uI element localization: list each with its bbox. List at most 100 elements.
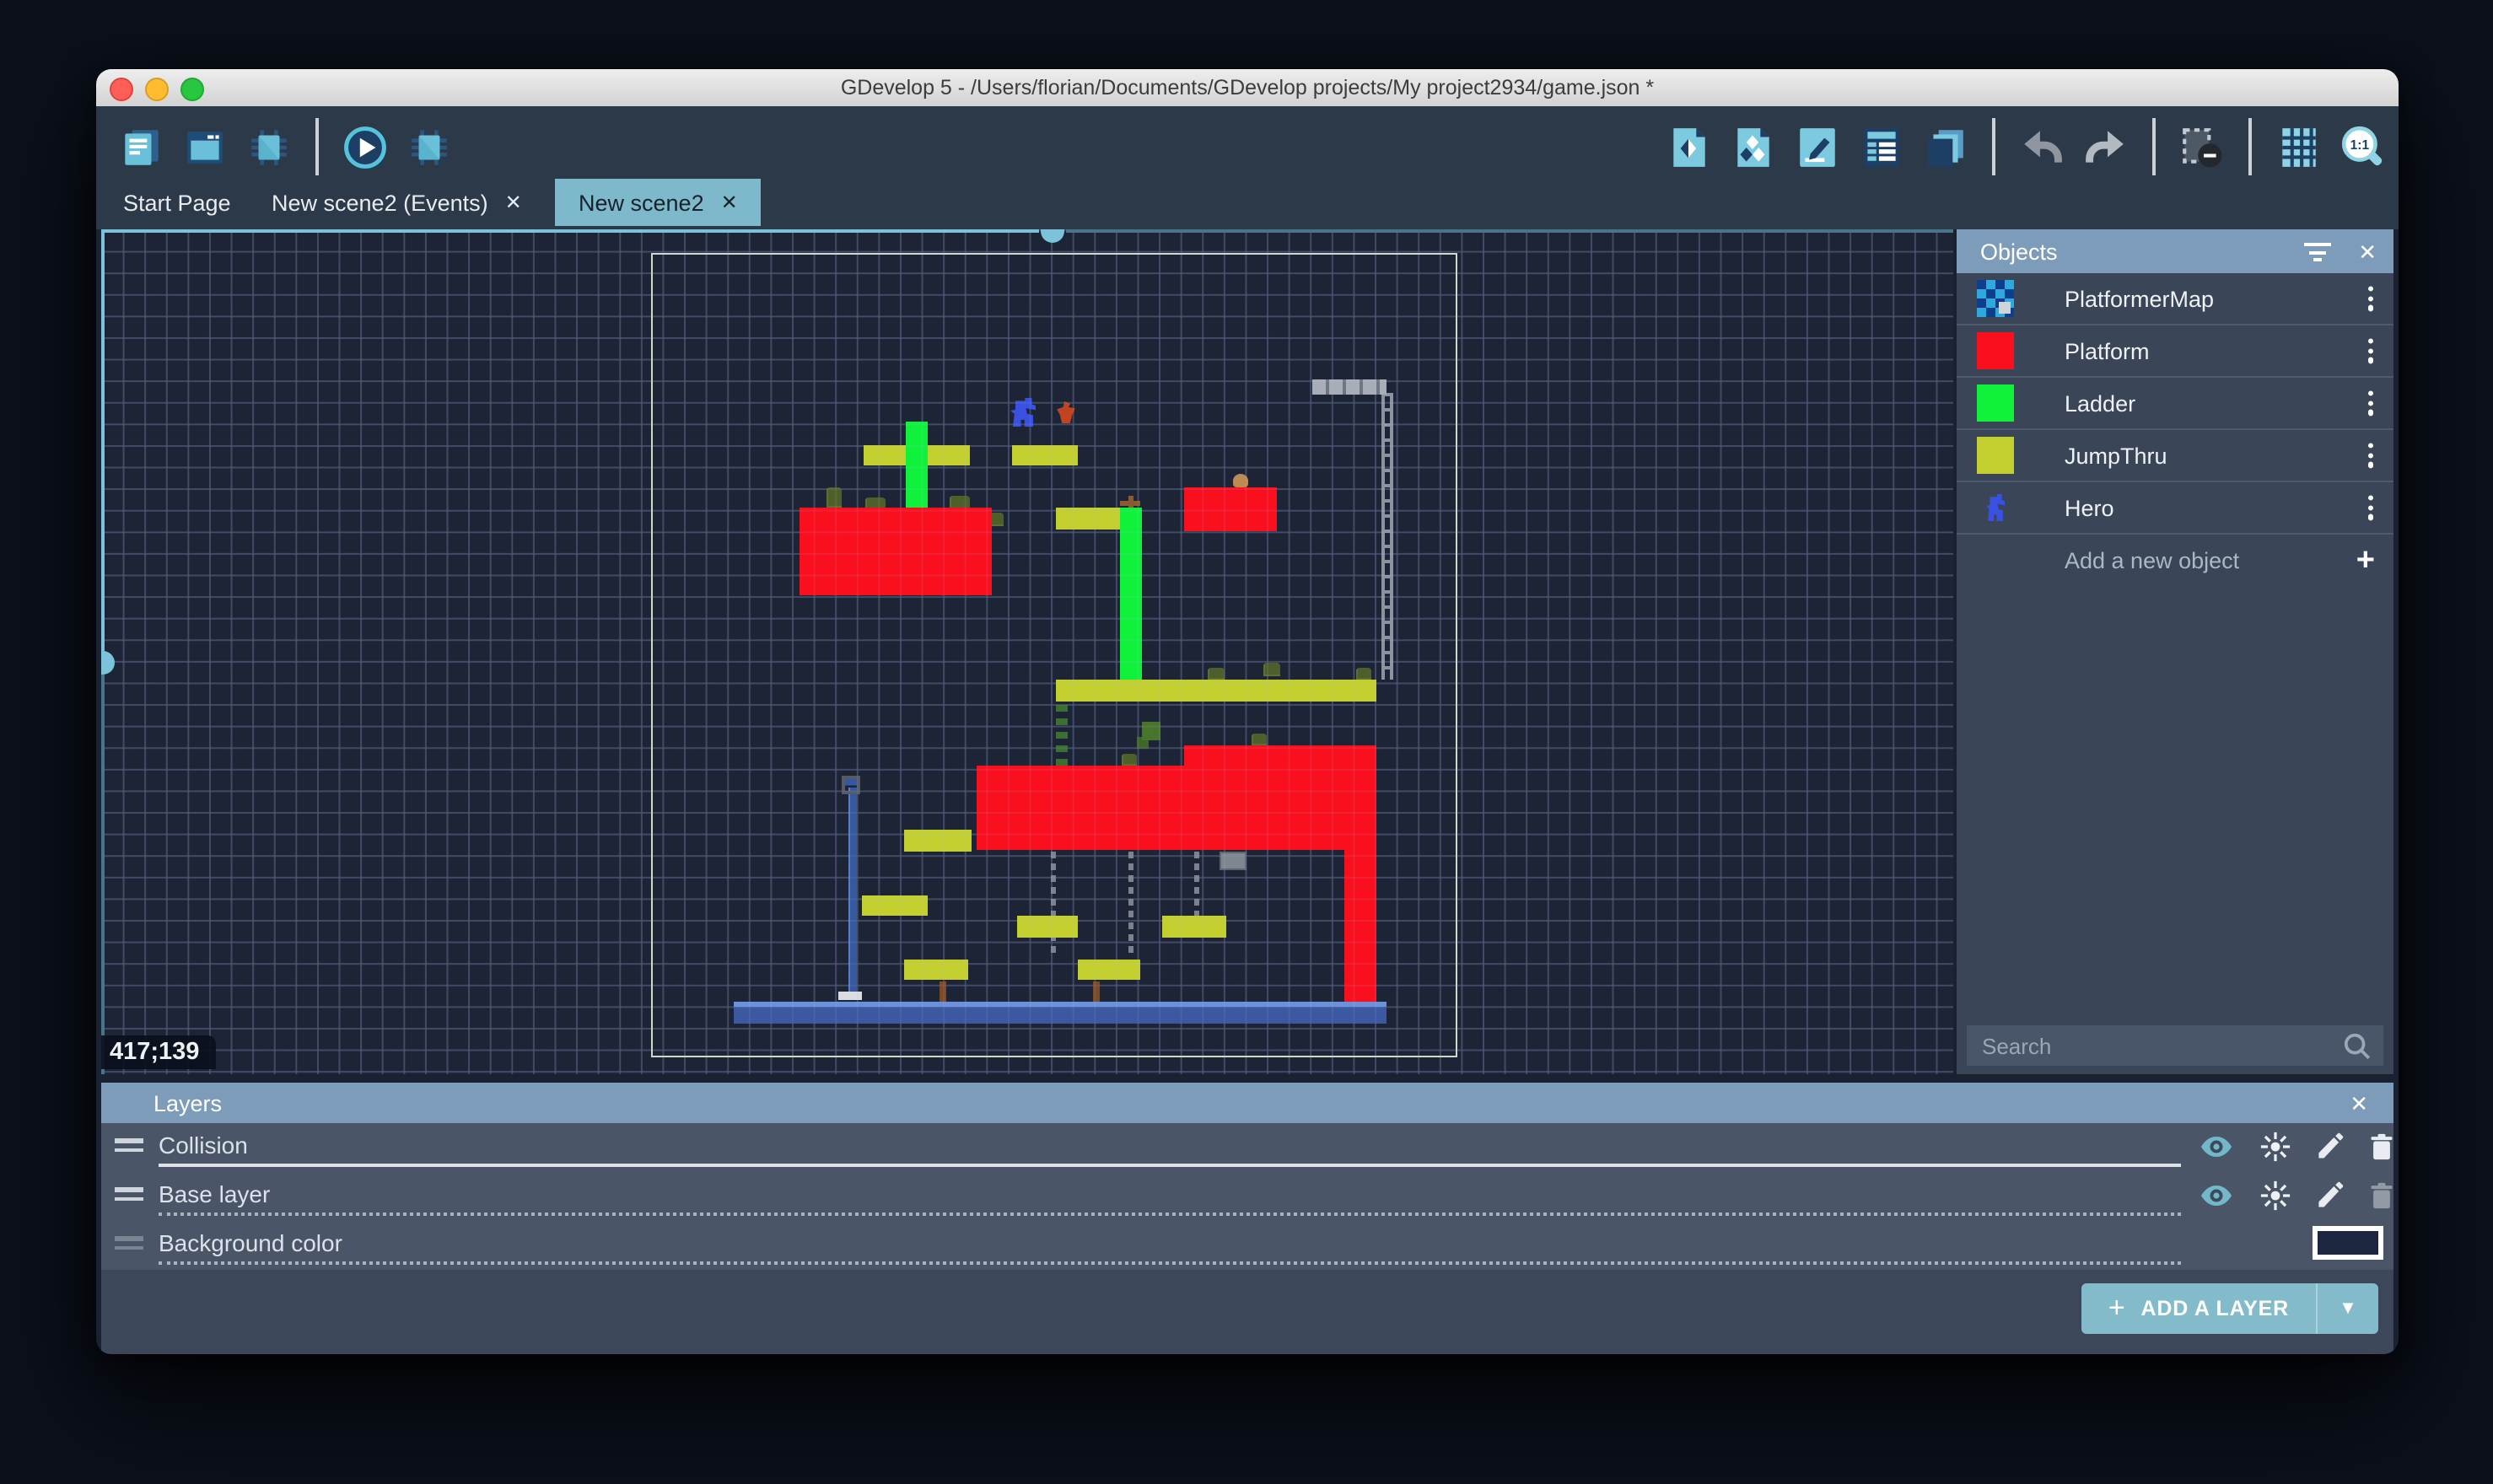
screenshot-icon[interactable] [2178,122,2226,171]
drag-handle-icon[interactable] [115,1138,143,1157]
horizontal-scrollbar[interactable] [1066,229,1953,233]
jumpthru-instance[interactable] [904,960,968,980]
zoom-one-to-one-icon[interactable]: 1:1 [2338,122,2387,171]
vertical-scroll-handle[interactable] [101,651,115,675]
instances-list-icon[interactable] [1857,122,1906,171]
objects-panel-icon[interactable] [1665,122,1714,171]
layer-effects-icon[interactable] [2259,1130,2292,1164]
grid-icon[interactable] [2274,122,2323,171]
horizontal-scrollbar[interactable] [101,229,1039,233]
search-input[interactable] [1967,1025,2383,1066]
tilemap-decor-mushroom [1233,474,1248,487]
tilemap-decor-sign [940,981,946,1002]
svg-text:1:1: 1:1 [2350,137,2370,152]
vertical-scrollbar[interactable] [101,229,105,651]
layer-row-base-layer[interactable]: Base layer [101,1172,2393,1221]
jumpthru-instance[interactable] [904,830,972,852]
object-menu-icon[interactable] [2368,338,2373,363]
ground-instance[interactable] [734,1002,1386,1024]
object-search-box [1967,1025,2383,1066]
layer-visibility-icon[interactable] [2200,1130,2233,1164]
edit-layer-icon[interactable] [2313,1130,2346,1164]
object-groups-icon[interactable] [1729,122,1778,171]
plus-icon: + [2108,1292,2126,1325]
jumpthru-instance[interactable] [1017,916,1078,938]
ladder-instance[interactable] [1120,508,1142,680]
debugger-icon[interactable] [245,122,293,171]
platform-instance[interactable] [977,766,1376,850]
redo-icon[interactable] [2081,122,2130,171]
object-menu-icon[interactable] [2368,390,2373,415]
close-tab-icon[interactable]: ✕ [721,191,738,214]
tilemap-decor-sign [1093,981,1100,1002]
layer-name[interactable]: Base layer [159,1180,270,1207]
jumpthru-instance[interactable] [862,895,928,916]
platform-instance[interactable] [1344,850,1376,1002]
delete-layer-icon[interactable] [2365,1179,2399,1212]
tilemap-decor-brick [1220,852,1246,870]
layer-name-underline [159,1212,2181,1216]
desktop: GDevelop 5 - /Users/florian/Documents/GD… [0,0,2493,1484]
tab-label: New scene2 (Events) [272,190,488,215]
debug-icon[interactable] [405,122,454,171]
jumpthru-instance[interactable] [1162,916,1226,938]
object-menu-icon[interactable] [2368,443,2373,467]
object-menu-icon[interactable] [2368,495,2373,519]
tab-new-scene2-events[interactable]: New scene2 (Events) ✕ [248,179,546,226]
jumpthru-instance[interactable] [1012,445,1078,465]
tilemap-decor-grass [827,487,842,508]
add-layer-dropdown[interactable]: ▼ [2316,1283,2378,1334]
object-row-hero[interactable]: Hero [1957,482,2393,535]
layer-name[interactable]: Collision [159,1132,248,1159]
ladder-instance[interactable] [906,422,928,508]
object-row-platform[interactable]: Platform [1957,325,2393,378]
scene-canvas[interactable]: 417;139 [101,229,1953,1074]
jumpthru-instance[interactable] [1078,960,1140,980]
close-tab-icon[interactable]: ✕ [505,191,522,214]
filter-icon[interactable] [2304,241,2331,261]
object-row-ladder[interactable]: Ladder [1957,378,2393,430]
vertical-scrollbar[interactable] [101,675,105,1074]
layer-visibility-icon[interactable] [2200,1179,2233,1212]
platform-instance[interactable] [1184,487,1277,531]
layer-name-underline [159,1261,2181,1265]
add-object-row[interactable]: Add a new object + [1957,535,2393,585]
layer-name[interactable]: Background color [159,1229,342,1256]
titlebar[interactable]: GDevelop 5 - /Users/florian/Documents/GD… [96,69,2399,108]
drag-handle-icon[interactable] [115,1187,143,1206]
edit-layer-icon[interactable] [2313,1179,2346,1212]
enemy-instance[interactable] [1056,401,1076,423]
tilemap-decor-chain [1194,852,1199,917]
properties-icon[interactable] [1793,122,1842,171]
horizontal-scroll-handle[interactable] [1041,229,1064,243]
layer-row-background-color[interactable]: Background color [101,1221,2393,1270]
background-color-swatch[interactable] [2313,1226,2383,1260]
object-row-jumpthru[interactable]: JumpThru [1957,430,2393,482]
tilemap-decor-polecap [842,776,860,794]
add-layer-button[interactable]: + ADD A LAYER [2081,1283,2316,1334]
drag-handle-icon[interactable] [115,1236,143,1255]
tilemap-decor-grass [1122,754,1137,766]
tab-start-page[interactable]: Start Page [100,179,255,226]
layer-row-collision[interactable]: Collision [101,1123,2393,1172]
plus-icon: + [2356,544,2375,576]
platform-instance[interactable] [800,508,992,595]
delete-layer-icon[interactable] [2365,1130,2399,1164]
undo-icon[interactable] [2017,122,2066,171]
layers-panel-icon[interactable] [1921,122,1970,171]
close-objects-panel-icon[interactable]: ✕ [2358,240,2377,262]
play-icon[interactable] [341,122,390,171]
tab-new-scene2[interactable]: New scene2 ✕ [555,179,762,226]
close-layers-panel-icon[interactable]: ✕ [2350,1092,2368,1114]
jumpthru-instance[interactable] [1056,508,1120,530]
project-manager-icon[interactable] [116,122,165,171]
object-menu-icon[interactable] [2368,286,2373,310]
platform-instance[interactable] [1184,745,1376,766]
scene-editor-icon[interactable] [180,122,229,171]
object-row-platformermap[interactable]: PlatformerMap [1957,273,2393,325]
tilemap-decor-chain [1051,852,1056,956]
hero-instance[interactable] [1010,398,1036,427]
layer-effects-icon[interactable] [2259,1179,2292,1212]
jumpthru-instance[interactable] [1056,680,1376,702]
tab-bar: Start Page New scene2 (Events) ✕ New sce… [96,179,2399,229]
